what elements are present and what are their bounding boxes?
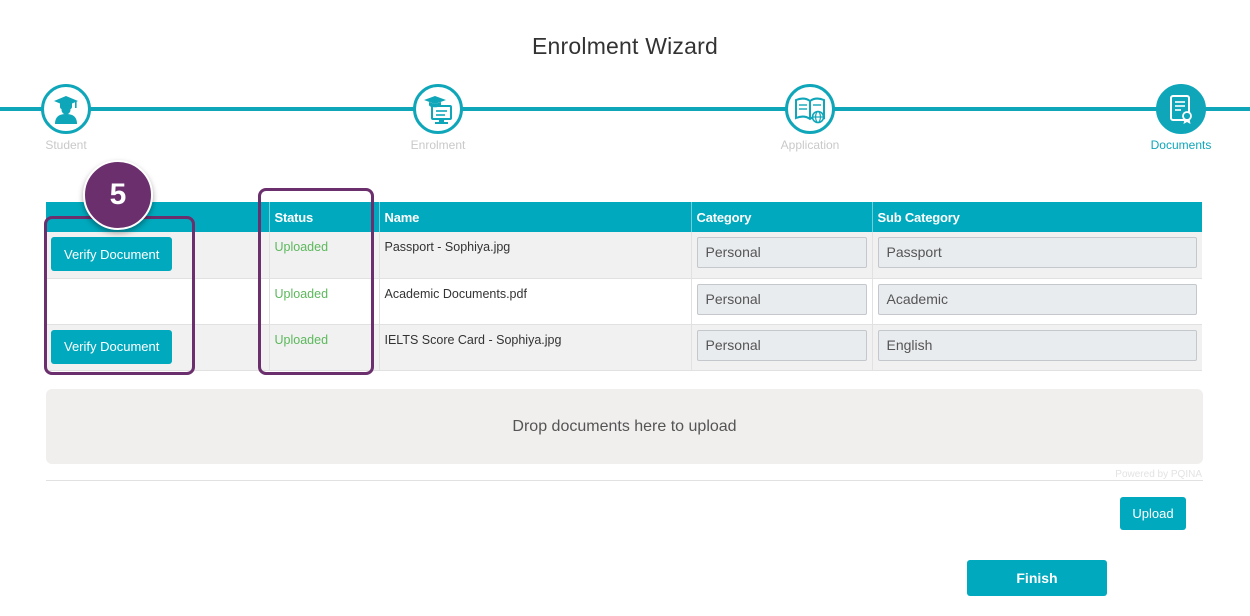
- wizard-step-enrolment[interactable]: [413, 84, 463, 134]
- category-cell: Personal: [691, 278, 873, 325]
- table-row: Verify Document Uploaded Passport - Soph…: [46, 232, 1202, 279]
- column-header-action: [46, 202, 270, 232]
- page-title: Enrolment Wizard: [532, 33, 718, 59]
- wizard-step-label: Application: [780, 138, 840, 152]
- sub-category-cell: Passport: [872, 232, 1202, 279]
- document-name[interactable]: Academic Documents.pdf: [385, 279, 686, 301]
- status-text: Uploaded: [274, 332, 329, 347]
- document-name[interactable]: Passport - Sophiya.jpg: [385, 232, 686, 254]
- name-cell: Passport - Sophiya.jpg: [379, 232, 692, 279]
- column-header-sub-category[interactable]: Sub Category: [872, 202, 1202, 232]
- column-header-status[interactable]: Status: [269, 202, 380, 232]
- action-cell: [46, 278, 270, 325]
- sub-category-select[interactable]: Academic: [877, 283, 1197, 315]
- table-row: Uploaded Academic Documents.pdf Personal…: [46, 278, 1202, 325]
- document-name[interactable]: IELTS Score Card - Sophiya.jpg: [385, 325, 686, 347]
- wizard-step-documents[interactable]: [1156, 84, 1206, 134]
- wizard-step-label: Documents: [1150, 138, 1212, 152]
- action-cell: Verify Document: [46, 232, 270, 279]
- upload-button[interactable]: Upload: [1120, 497, 1186, 530]
- enrolment-icon: [424, 96, 452, 124]
- dropzone-label: Drop documents here to upload: [512, 417, 737, 435]
- action-cell: Verify Document: [46, 324, 270, 371]
- table-row: Verify Document Uploaded IELTS Score Car…: [46, 324, 1202, 371]
- application-icon: [795, 97, 825, 124]
- name-cell: IELTS Score Card - Sophiya.jpg: [379, 324, 692, 371]
- status-text: Uploaded: [274, 286, 329, 301]
- table-header-row: Status Name Category Sub Category: [46, 202, 1202, 232]
- student-icon: [54, 96, 78, 124]
- divider: [46, 480, 1203, 481]
- wizard-step-application[interactable]: [785, 84, 835, 134]
- category-cell: Personal: [691, 232, 873, 279]
- category-select[interactable]: Personal: [696, 283, 867, 315]
- verify-document-button[interactable]: Verify Document: [51, 237, 173, 271]
- annotation-step-badge: 5: [83, 160, 153, 230]
- documents-table: Status Name Category Sub Category Verify…: [46, 202, 1202, 371]
- sub-category-select[interactable]: English: [877, 329, 1197, 361]
- powered-by-text[interactable]: Powered by PQINA: [1115, 469, 1202, 480]
- finish-button[interactable]: Finish: [967, 560, 1107, 596]
- category-select[interactable]: Personal: [696, 237, 867, 268]
- documents-icon: [1170, 95, 1192, 124]
- category-cell: Personal: [691, 324, 873, 371]
- name-cell: Academic Documents.pdf: [379, 278, 692, 325]
- category-select[interactable]: Personal: [696, 329, 867, 361]
- sub-category-cell: Academic: [872, 278, 1202, 325]
- upload-dropzone[interactable]: Drop documents here to upload: [46, 389, 1203, 464]
- status-text: Uploaded: [274, 240, 329, 254]
- wizard-progress-track: [0, 107, 1250, 111]
- column-header-category[interactable]: Category: [691, 202, 873, 232]
- wizard-step-label: Student: [45, 138, 87, 152]
- wizard-step-student[interactable]: [41, 84, 91, 134]
- status-cell: Uploaded: [269, 232, 380, 279]
- column-header-name[interactable]: Name: [379, 202, 692, 232]
- status-cell: Uploaded: [269, 324, 380, 371]
- verify-document-button[interactable]: Verify Document: [51, 329, 173, 364]
- sub-category-cell: English: [872, 324, 1202, 371]
- sub-category-select[interactable]: Passport: [877, 237, 1197, 268]
- wizard-step-label: Enrolment: [410, 138, 466, 152]
- status-cell: Uploaded: [269, 278, 380, 325]
